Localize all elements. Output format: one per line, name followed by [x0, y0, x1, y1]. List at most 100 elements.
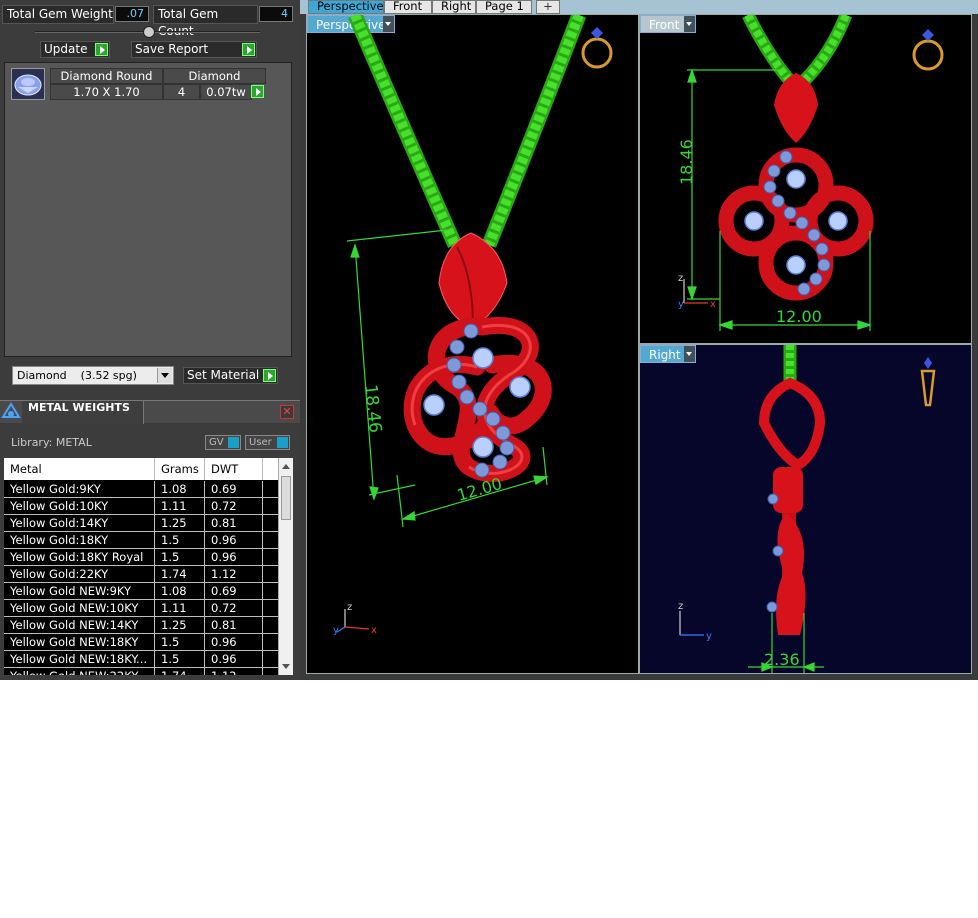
scale-icon: [1, 402, 21, 418]
metal-name-cell: Yellow Gold NEW:22KY: [4, 668, 155, 675]
front-viewport[interactable]: Front 18.46 12.00 z y x: [639, 14, 972, 344]
dwt-cell: 0.72: [205, 498, 263, 514]
metal-name-cell: Yellow Gold:18KY: [4, 532, 155, 548]
tab-perspective[interactable]: Perspective: [308, 0, 384, 14]
perspective-viewport[interactable]: Perspective 18.46 12.00 z y x: [306, 14, 639, 674]
grams-cell: 1.5: [155, 651, 205, 667]
toggle-indicator-icon: [277, 437, 288, 448]
save-report-button-label: Save Report: [135, 42, 209, 56]
axis-x-label: x: [710, 299, 716, 310]
tab-right[interactable]: Right: [432, 0, 476, 14]
grams-cell: 1.11: [155, 498, 205, 514]
gem-size-cell[interactable]: 1.70 X 1.70: [50, 84, 163, 100]
metal-name-cell: Yellow Gold NEW:14KY: [4, 617, 155, 633]
play-icon: [263, 369, 276, 382]
table-row[interactable]: Yellow Gold NEW:18KY 1.5 0.96: [4, 634, 278, 651]
scroll-up-icon[interactable]: [282, 464, 290, 469]
set-material-button-label: Set Material: [187, 368, 260, 382]
save-report-button[interactable]: Save Report: [131, 41, 257, 58]
table-row[interactable]: Yellow Gold:10KY 1.11 0.72: [4, 498, 278, 515]
tab-front[interactable]: Front: [384, 0, 432, 14]
ring-view-cube-icon[interactable]: [908, 25, 950, 75]
axis-z-label: z: [678, 273, 683, 284]
table-row[interactable]: Yellow Gold NEW:22KY1.741.12: [4, 668, 278, 675]
dwt-cell: 0.96: [205, 549, 263, 565]
metal-name-cell: Yellow Gold:9KY: [4, 481, 155, 497]
dwt-cell: 0.72: [205, 600, 263, 616]
axis-x-label: x: [371, 625, 377, 636]
grams-cell: 1.5: [155, 532, 205, 548]
metal-name-cell: Yellow Gold NEW:9KY: [4, 583, 155, 599]
gv-toggle[interactable]: GV: [205, 435, 241, 450]
grams-cell: 1.25: [155, 617, 205, 633]
update-button[interactable]: Update: [40, 41, 110, 58]
table-row[interactable]: Yellow Gold:14KY 1.25 0.81: [4, 515, 278, 532]
scroll-down-icon[interactable]: [282, 664, 290, 669]
ring-view-cube-icon[interactable]: [577, 25, 619, 73]
metal-name-cell: Yellow Gold NEW:10KY: [4, 600, 155, 616]
gem-weight-cell[interactable]: 0.07tw: [200, 84, 252, 100]
table-row[interactable]: Yellow Gold NEW:10KY 1.11 0.72: [4, 600, 278, 617]
diamond-round-icon[interactable]: [11, 68, 45, 100]
metal-column-header[interactable]: Metal: [4, 458, 155, 480]
jewelry-cad-window: Total Gem Weight .07 Total Gem Count 4 U…: [0, 0, 978, 680]
table-header: Metal Grams DWT: [4, 458, 278, 480]
perspective-model: 18.46 12.00 z y x: [333, 15, 587, 636]
perspective-height-dimension: 18.46: [360, 383, 385, 433]
material-select-value: Diamond (3.52 spg): [17, 369, 137, 382]
gem-properties-panel: Total Gem Weight .07 Total Gem Count 4 U…: [0, 0, 300, 680]
table-row[interactable]: Yellow Gold NEW:9KY 1.08 0.69: [4, 583, 278, 600]
set-material-button[interactable]: Set Material: [183, 367, 278, 384]
front-height-dimension: 18.46: [677, 139, 696, 185]
dwt-cell: 0.81: [205, 617, 263, 633]
gem-list: Diamond Round Diamond 1.70 X 1.70 4 0.07…: [4, 62, 292, 357]
table-scrollbar[interactable]: [278, 458, 293, 675]
gem-count-cell[interactable]: 4: [163, 84, 200, 100]
metal-weights-tab[interactable]: METAL WEIGHTS: [22, 401, 144, 424]
table-row[interactable]: Yellow Gold:22KY 1.74 1.12: [4, 566, 278, 583]
chevron-down-icon[interactable]: [157, 368, 172, 383]
table-row[interactable]: Yellow Gold NEW:18KY... 1.5 0.96: [4, 651, 278, 668]
front-width-dimension: 12.00: [776, 307, 822, 326]
total-gem-weight-value: .07: [115, 6, 149, 22]
ring-side-view-icon[interactable]: [916, 355, 940, 409]
right-depth-dimension: 2.36: [764, 650, 800, 669]
gem-type-header: Diamond: [163, 68, 266, 84]
metal-name-cell: Yellow Gold:18KY Royal: [4, 549, 155, 565]
tab-page-1[interactable]: Page 1: [476, 0, 532, 14]
axis-z-label: z: [347, 602, 352, 613]
panel-slider-handle[interactable]: [143, 26, 155, 38]
dwt-cell: 1.12: [205, 566, 263, 582]
metal-name-cell: Yellow Gold:10KY: [4, 498, 155, 514]
table-row[interactable]: Yellow Gold:18KY 1.5 0.96: [4, 532, 278, 549]
metal-name-cell: Yellow Gold:22KY: [4, 566, 155, 582]
right-viewport[interactable]: Right 2.36 z y: [639, 344, 972, 674]
toggle-indicator-icon: [228, 437, 239, 448]
dwt-cell: 0.69: [205, 481, 263, 497]
scroll-thumb[interactable]: [281, 476, 291, 520]
dwt-column-header[interactable]: DWT: [205, 458, 263, 480]
dwt-cell: 0.96: [205, 532, 263, 548]
grams-cell: 1.11: [155, 600, 205, 616]
play-icon: [95, 43, 108, 56]
dwt-cell: 0.96: [205, 651, 263, 667]
close-icon[interactable]: ✕: [280, 405, 294, 419]
gem-row-go-button[interactable]: [251, 85, 264, 98]
user-toggle[interactable]: User: [245, 435, 290, 450]
grams-cell: 1.74: [155, 566, 205, 582]
gv-toggle-label: GV: [209, 437, 224, 448]
add-tab-button[interactable]: +: [536, 0, 560, 14]
update-button-label: Update: [44, 42, 88, 56]
table-row[interactable]: Yellow Gold NEW:14KY 1.25 0.81: [4, 617, 278, 634]
material-select[interactable]: Diamond (3.52 spg): [12, 366, 174, 385]
grams-column-header[interactable]: Grams: [155, 458, 205, 480]
table-row[interactable]: Yellow Gold:18KY Royal 1.5 0.96: [4, 549, 278, 566]
grams-cell: 1.5: [155, 549, 205, 565]
total-gem-weight-label: Total Gem Weight: [2, 5, 114, 24]
table-row[interactable]: Yellow Gold:9KY 1.08 0.69: [4, 481, 278, 498]
axis-z-label: z: [678, 601, 683, 612]
metal-name-cell: Yellow Gold NEW:18KY: [4, 634, 155, 650]
user-toggle-label: User: [249, 437, 272, 448]
dwt-cell: 0.81: [205, 515, 263, 531]
metal-weights-table: Metal Grams DWT Yellow Gold:9KY 1.08 0.69 Y…: [4, 458, 278, 675]
